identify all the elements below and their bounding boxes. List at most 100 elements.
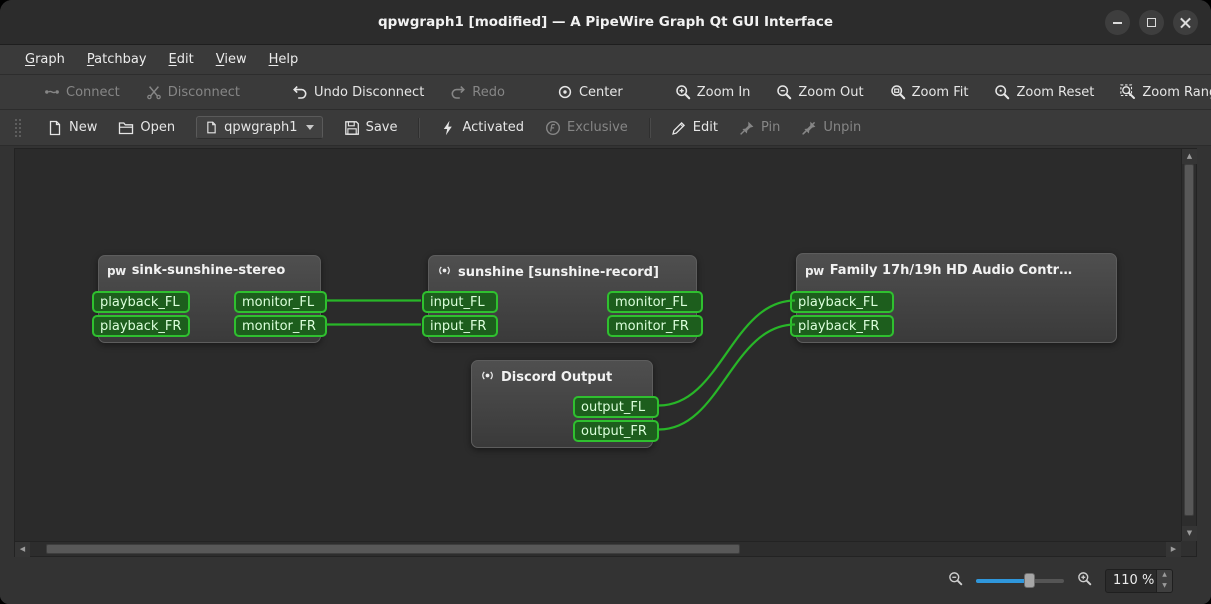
- horizontal-scrollbar-thumb[interactable]: [46, 544, 740, 554]
- center-button[interactable]: Center: [557, 84, 623, 100]
- close-button[interactable]: [1173, 10, 1198, 35]
- zoom-in-button[interactable]: Zoom In: [675, 84, 750, 100]
- canvas-frame: pw sink-sunshine-stereo playback_FL play…: [14, 148, 1197, 557]
- unpin-button[interactable]: Unpin: [801, 120, 861, 136]
- connect-button[interactable]: Connect: [44, 84, 120, 100]
- title-bar[interactable]: qpwgraph1 [modified] — A PipeWire Graph …: [0, 0, 1211, 45]
- disconnect-button[interactable]: Disconnect: [146, 84, 240, 100]
- record-icon: [437, 263, 452, 282]
- port-output-fl[interactable]: output_FL: [573, 396, 659, 418]
- port-playback-fl[interactable]: playback_FL: [790, 291, 894, 313]
- horizontal-scrollbar-track[interactable]: [30, 542, 1166, 556]
- unpin-icon: [801, 120, 817, 136]
- toolbar-separator: [418, 117, 420, 138]
- zoom-range-button[interactable]: Zoom Range: [1120, 84, 1211, 100]
- pipewire-icon: pw: [107, 263, 126, 278]
- menu-label: H: [268, 52, 279, 67]
- port-monitor-fr[interactable]: monitor_FR: [234, 315, 327, 337]
- node-header: sunshine [sunshine-record]: [429, 256, 696, 282]
- menu-item-patchbay[interactable]: Patchbay: [76, 45, 158, 74]
- button-label: Edit: [692, 120, 718, 135]
- close-icon: [1180, 17, 1191, 28]
- connect-icon: [44, 84, 60, 100]
- minimize-button[interactable]: [1105, 10, 1130, 35]
- horizontal-scrollbar[interactable]: ◀ ▶: [15, 541, 1181, 557]
- exclusive-toggle[interactable]: Exclusive: [545, 120, 628, 136]
- zoom-slider[interactable]: [976, 573, 1064, 588]
- zoom-in-icon[interactable]: [1077, 571, 1092, 590]
- node-title: sunshine [sunshine-record]: [458, 265, 659, 280]
- node-title: Family 17h/19h HD Audio Contr…: [829, 263, 1073, 278]
- port-playback-fl[interactable]: playback_FL: [92, 291, 190, 313]
- port-playback-fr[interactable]: playback_FR: [92, 315, 190, 337]
- redo-icon: [450, 84, 466, 100]
- scroll-down-button[interactable]: ▼: [1182, 526, 1197, 541]
- spin-buttons: ▲ ▼: [1156, 569, 1172, 592]
- patchbay-selector-combo[interactable]: qpwgraph1: [196, 116, 323, 139]
- maximize-button[interactable]: [1139, 10, 1164, 35]
- menu-label: dit: [176, 52, 194, 67]
- button-label: Connect: [66, 84, 120, 100]
- activated-bolt-icon: [440, 120, 456, 136]
- vertical-scrollbar-thumb[interactable]: [1184, 164, 1194, 516]
- zoom-spinbox[interactable]: 110 % ▲ ▼: [1105, 568, 1173, 593]
- zoom-fit-icon: [890, 84, 906, 100]
- port-input-fl[interactable]: input_FL: [422, 291, 498, 313]
- redo-button[interactable]: Redo: [450, 84, 505, 100]
- zoom-out-button[interactable]: Zoom Out: [776, 84, 864, 100]
- vertical-scrollbar-track[interactable]: [1182, 164, 1196, 526]
- new-file-icon: [47, 120, 63, 136]
- vertical-scrollbar[interactable]: ▲ ▼: [1181, 149, 1197, 541]
- button-label: Redo: [472, 84, 505, 100]
- open-patchbay-button[interactable]: Open: [118, 120, 175, 136]
- save-patchbay-button[interactable]: Save: [344, 120, 398, 136]
- scroll-right-button[interactable]: ▶: [1166, 542, 1181, 557]
- port-playback-fr[interactable]: playback_FR: [790, 315, 894, 337]
- save-icon: [344, 120, 360, 136]
- node-discord-output[interactable]: Discord Output output_FL output_FR: [471, 360, 659, 448]
- menu-item-help[interactable]: Help: [258, 45, 310, 74]
- toolbar-handle[interactable]: [14, 117, 22, 138]
- menu-item-edit[interactable]: Edit: [158, 45, 205, 74]
- node-title: sink-sunshine-stereo: [131, 263, 286, 278]
- port-output-fr[interactable]: output_FR: [573, 420, 659, 442]
- zoom-slider-handle[interactable]: [1024, 573, 1036, 588]
- node-family-hd-audio[interactable]: pw Family 17h/19h HD Audio Contr… playba…: [790, 253, 1117, 343]
- exclusive-icon: [545, 120, 561, 136]
- zoom-out-icon[interactable]: [948, 571, 963, 590]
- toolbar-separator: [648, 117, 650, 138]
- spin-up-button[interactable]: ▲: [1157, 569, 1172, 581]
- button-label: Save: [365, 120, 398, 135]
- port-monitor-fr[interactable]: monitor_FR: [607, 315, 703, 337]
- button-label: New: [69, 120, 98, 135]
- maximize-icon: [1147, 18, 1156, 27]
- scroll-up-button[interactable]: ▲: [1182, 149, 1197, 164]
- zoom-value[interactable]: 110 %: [1106, 570, 1156, 592]
- activated-toggle[interactable]: Activated: [440, 120, 524, 136]
- zoom-fit-button[interactable]: Zoom Fit: [890, 84, 968, 100]
- port-monitor-fl[interactable]: monitor_FL: [234, 291, 327, 313]
- menu-label: atchbay: [94, 52, 147, 67]
- menu-item-graph[interactable]: Graph: [14, 45, 76, 74]
- scroll-left-button[interactable]: ◀: [15, 542, 30, 557]
- menu-bar: Graph Patchbay Edit View Help: [0, 45, 1211, 75]
- port-input-fr[interactable]: input_FR: [422, 315, 498, 337]
- zoom-slider-fill: [976, 578, 1028, 583]
- up-arrow-icon: ▲: [1186, 152, 1193, 160]
- menu-item-view[interactable]: View: [205, 45, 258, 74]
- minimize-icon: [1113, 21, 1122, 24]
- graph-canvas[interactable]: pw sink-sunshine-stereo playback_FL play…: [15, 149, 1181, 541]
- undo-disconnect-button[interactable]: Undo Disconnect: [292, 84, 424, 100]
- button-label: Unpin: [823, 120, 862, 135]
- left-arrow-icon: ◀: [19, 545, 26, 553]
- edit-toggle[interactable]: Edit: [671, 120, 718, 136]
- spin-down-button[interactable]: ▼: [1157, 580, 1172, 592]
- new-patchbay-button[interactable]: New: [47, 120, 97, 136]
- node-sink-sunshine-stereo[interactable]: pw sink-sunshine-stereo playback_FL play…: [92, 255, 327, 343]
- node-sunshine-record[interactable]: sunshine [sunshine-record] input_FL inpu…: [422, 255, 703, 343]
- zoom-reset-button[interactable]: Zoom Reset: [994, 84, 1094, 100]
- pin-button[interactable]: Pin: [739, 120, 780, 136]
- port-monitor-fl[interactable]: monitor_FL: [607, 291, 703, 313]
- menu-label: E: [168, 52, 177, 67]
- edit-pencil-icon: [671, 120, 687, 136]
